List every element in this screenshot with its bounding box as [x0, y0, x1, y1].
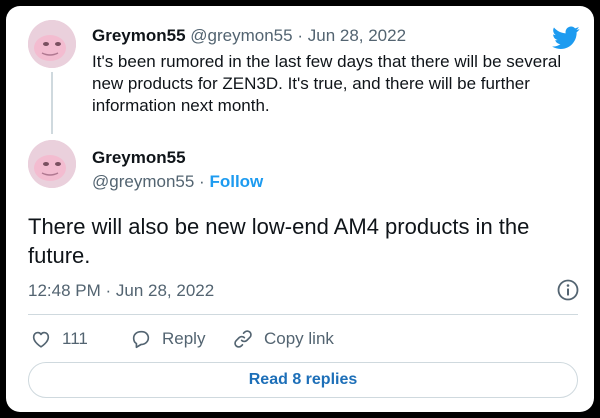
avatar-image [28, 20, 76, 68]
info-icon[interactable] [556, 278, 580, 302]
display-name[interactable]: Greymon55 [92, 148, 186, 168]
copy-link-label: Copy link [264, 329, 334, 348]
separator: · [199, 172, 205, 191]
copy-link-button[interactable]: Copy link [232, 325, 334, 353]
tweet-timestamp[interactable]: 12:48 PM · Jun 28, 2022 [28, 281, 214, 301]
separator: · [297, 26, 303, 45]
main-tweet-text: There will also be new low-end AM4 produ… [28, 214, 530, 268]
avatar[interactable] [28, 140, 76, 188]
like-count: 111 [62, 329, 88, 348]
main-tweet-handle-row: @greymon55 · Follow [92, 172, 263, 192]
handle[interactable]: @greymon55 [92, 172, 194, 191]
avatar-image [28, 140, 76, 188]
reply-tweet-text: It's been rumored in the last few days t… [92, 52, 562, 115]
link-icon [234, 330, 252, 348]
reply-tweet-header: Greymon55 @greymon55 · Jun 28, 2022 [92, 26, 406, 46]
thread-connector [51, 72, 53, 134]
divider [28, 314, 578, 315]
heart-icon [32, 331, 50, 348]
tweet-date[interactable]: Jun 28, 2022 [308, 26, 406, 45]
read-replies-button[interactable]: Read 8 replies [28, 362, 578, 398]
reply-label: Reply [162, 329, 206, 348]
handle[interactable]: @greymon55 [190, 26, 292, 45]
avatar[interactable] [28, 20, 76, 68]
reply-button[interactable]: Reply [130, 325, 205, 353]
read-replies-label: Read 8 replies [248, 371, 358, 388]
like-button[interactable]: 111 [30, 325, 88, 353]
display-name[interactable]: Greymon55 [92, 26, 186, 45]
twitter-logo-icon[interactable] [552, 26, 580, 50]
reply-icon [132, 330, 150, 349]
follow-button[interactable]: Follow [209, 172, 263, 191]
tweet-embed-card: Greymon55 @greymon55 · Jun 28, 2022 It's… [6, 6, 594, 412]
